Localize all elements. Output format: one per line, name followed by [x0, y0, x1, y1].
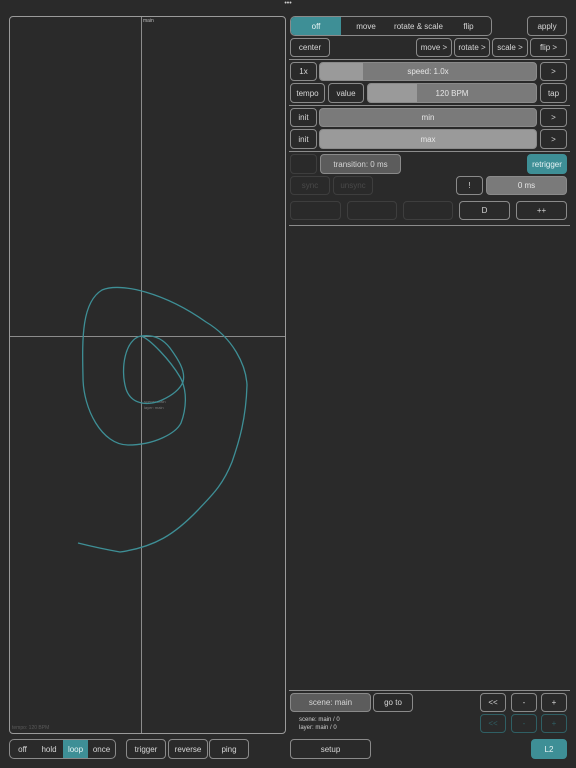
playmode-segmented-control: off hold loop once [9, 739, 116, 759]
center-button[interactable]: center [290, 38, 330, 57]
divider-2 [289, 105, 570, 106]
motion-canvas[interactable]: main scene: main layer: main tempo: 120 … [9, 16, 286, 734]
trigger-button[interactable]: trigger [126, 739, 166, 759]
playmode-off[interactable]: off [10, 740, 35, 758]
motion-path [77, 286, 248, 553]
ms-slider-label: 0 ms [517, 181, 536, 190]
scale-sub-button[interactable]: scale > [492, 38, 528, 57]
transition-button[interactable]: transition: 0 ms [320, 154, 401, 174]
playmode-once[interactable]: once [88, 740, 115, 758]
layer-l2-button[interactable]: L2 [531, 739, 567, 759]
playmode-loop[interactable]: loop [63, 740, 88, 758]
max-next-button[interactable]: > [540, 129, 567, 149]
scene-back-button[interactable]: << [480, 693, 506, 712]
ms-slider[interactable]: 0 ms [486, 176, 567, 195]
min-init-button[interactable]: init [290, 108, 317, 127]
speed-slider[interactable]: speed: 1.0x [319, 62, 537, 81]
flip-sub-button[interactable]: flip > [530, 38, 567, 57]
divider-3 [289, 151, 570, 152]
d-button[interactable]: D [459, 201, 510, 220]
divider-4 [289, 225, 570, 226]
speed-next-button[interactable]: > [540, 62, 567, 81]
rotate-sub-button[interactable]: rotate > [454, 38, 490, 57]
increment-button[interactable]: ++ [516, 201, 567, 220]
mode-tab-off[interactable]: off [291, 17, 341, 35]
sync-button: sync [290, 176, 330, 195]
scene-info: scene: main / 0 [299, 717, 340, 723]
exclaim-button[interactable]: ! [456, 176, 483, 195]
speed-multiplier-button[interactable]: 1x [290, 62, 317, 81]
setup-button[interactable]: setup [290, 739, 371, 759]
mode-tab-move[interactable]: move [341, 17, 391, 35]
value-button[interactable]: value [328, 83, 364, 103]
layer-plus-button[interactable]: + [541, 714, 567, 733]
unsync-button: unsync [333, 176, 373, 195]
tap-button[interactable]: tap [540, 83, 567, 103]
scene-plus-button[interactable]: + [541, 693, 567, 712]
max-init-button[interactable]: init [290, 129, 317, 149]
dim-button-2 [347, 201, 397, 220]
layer-back-button[interactable]: << [480, 714, 506, 733]
min-slider-label: min [421, 113, 435, 122]
tempo-button[interactable]: tempo [290, 83, 325, 103]
reverse-button[interactable]: reverse [168, 739, 208, 759]
apply-button[interactable]: apply [527, 16, 567, 36]
goto-button[interactable]: go to [373, 693, 413, 712]
mode-tab-flip[interactable]: flip [446, 17, 491, 35]
playmode-hold[interactable]: hold [35, 740, 63, 758]
dim-button-1 [290, 201, 341, 220]
divider-5 [289, 690, 570, 691]
scene-button[interactable]: scene: main [290, 693, 371, 712]
min-slider[interactable]: min [319, 108, 537, 127]
bpm-slider-label: 120 BPM [435, 88, 469, 98]
dim-button-3 [403, 201, 453, 220]
speed-slider-label: speed: 1.0x [407, 67, 449, 76]
retrigger-button[interactable]: retrigger [527, 154, 567, 174]
transition-toggle[interactable] [290, 154, 317, 174]
max-slider[interactable]: max [319, 129, 537, 149]
bpm-slider[interactable]: 120 BPM [367, 83, 537, 103]
mode-segmented-control: off move rotate & scale flip [290, 16, 492, 36]
max-slider-label: max [420, 134, 436, 144]
mode-tab-rotate-scale[interactable]: rotate & scale [391, 17, 446, 35]
min-next-button[interactable]: > [540, 108, 567, 127]
window-more-dots[interactable]: ••• [276, 0, 300, 10]
layer-info: layer: main / 0 [299, 725, 337, 731]
ping-button[interactable]: ping [209, 739, 249, 759]
layer-minus-button[interactable]: - [511, 714, 537, 733]
move-sub-button[interactable]: move > [416, 38, 452, 57]
divider-1 [289, 59, 570, 60]
scene-minus-button[interactable]: - [511, 693, 537, 712]
